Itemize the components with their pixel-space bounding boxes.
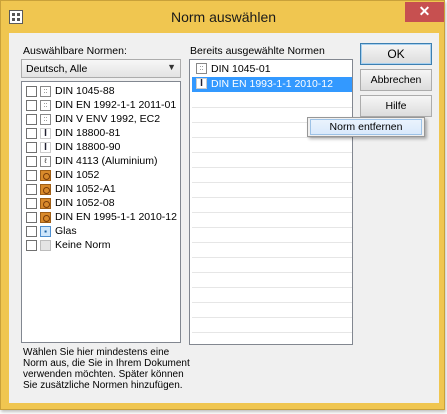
row-divider (192, 317, 352, 318)
selected-norm-item[interactable]: I DIN EN 1993-1-1 2010-12 (192, 77, 352, 92)
norm-checkbox[interactable] (26, 156, 37, 167)
norm-checkbox[interactable] (26, 142, 37, 153)
norm-checkbox[interactable] (26, 114, 37, 125)
available-norm-item[interactable]: DIN 1052 (24, 169, 174, 183)
norm-label: DIN 4113 (Aluminium) (55, 155, 158, 167)
ok-button[interactable]: OK (360, 43, 432, 65)
norm-label: DIN EN 1993-1-1 2010-12 (211, 78, 333, 90)
norm-checkbox[interactable] (26, 100, 37, 111)
steel-norm-icon: I (196, 78, 207, 89)
context-menu: Norm entfernen (307, 117, 425, 137)
selected-norms-list[interactable]: :: DIN 1045-01 I DIN EN 1993-1-1 2010-12 (189, 59, 353, 345)
available-norm-item[interactable]: I DIN 18800-81 (24, 127, 174, 141)
chevron-down-icon: ▼ (167, 62, 176, 72)
dialog-body: Auswählbare Normen: Deutsch, Alle ▼ :: D… (9, 33, 439, 403)
row-divider (192, 332, 352, 333)
selected-norm-item[interactable]: :: DIN 1045-01 (192, 62, 352, 77)
available-norm-item[interactable]: :: DIN V ENV 1992, EC2 (24, 113, 174, 127)
row-divider (192, 272, 352, 273)
help-button[interactable]: Hilfe (360, 95, 432, 117)
concrete-norm-icon: :: (196, 63, 207, 74)
norm-checkbox[interactable] (26, 198, 37, 209)
available-norm-item[interactable]: ℓ DIN 4113 (Aluminium) (24, 155, 174, 169)
close-button[interactable]: ✕ (405, 2, 444, 22)
window-title: Norm auswählen (170, 9, 277, 25)
row-divider (192, 137, 352, 138)
row-divider (192, 287, 352, 288)
concrete-norm-icon: :: (40, 86, 51, 97)
row-divider (192, 152, 352, 153)
available-norms-list[interactable]: :: DIN 1045-88 :: DIN EN 1992-1-1 2011-0… (21, 81, 181, 343)
timber-norm-icon (40, 184, 51, 195)
concrete-norm-icon: :: (40, 100, 51, 111)
available-norm-item[interactable]: DIN EN 1995-1-1 2010-12 (24, 211, 177, 225)
norm-dialog: Norm auswählen ✕ Auswählbare Normen: Deu… (0, 0, 445, 410)
norm-checkbox[interactable] (26, 226, 37, 237)
norm-checkbox[interactable] (26, 86, 37, 97)
row-divider (192, 227, 352, 228)
row-divider (192, 197, 352, 198)
norm-checkbox[interactable] (26, 170, 37, 181)
title-bar[interactable]: Norm auswählen ✕ (1, 1, 446, 33)
available-norm-item[interactable]: :: DIN EN 1992-1-1 2011-01 (24, 99, 177, 113)
close-icon: ✕ (418, 3, 431, 19)
norm-label: DIN EN 1992-1-1 2011-01 (55, 99, 177, 111)
norm-label: DIN 1045-01 (211, 63, 271, 75)
steel-norm-icon: I (40, 142, 51, 153)
norm-label: Keine Norm (55, 239, 111, 251)
remove-norm-menu-item[interactable]: Norm entfernen (310, 119, 422, 135)
timber-norm-icon (40, 170, 51, 181)
selected-norms-label: Bereits ausgewählte Normen (190, 45, 325, 57)
cancel-button[interactable]: Abbrechen (360, 69, 432, 91)
norm-label: DIN 1045-88 (55, 85, 115, 97)
row-divider (192, 167, 352, 168)
row-divider (192, 182, 352, 183)
row-divider (192, 212, 352, 213)
available-norm-item[interactable]: DIN 1052-08 (24, 197, 174, 211)
steel-norm-icon: I (40, 128, 51, 139)
norm-checkbox[interactable] (26, 128, 37, 139)
norm-label: DIN 18800-81 (55, 127, 121, 139)
available-norm-item[interactable]: :: DIN 1045-88 (24, 85, 174, 99)
norm-checkbox[interactable] (26, 240, 37, 251)
row-divider (192, 242, 352, 243)
row-divider (192, 302, 352, 303)
norm-filter-select[interactable]: Deutsch, Alle ▼ (21, 59, 181, 78)
available-norm-item[interactable]: DIN 1052-A1 (24, 183, 174, 197)
available-norm-item[interactable]: Keine Norm (24, 239, 174, 253)
glass-norm-icon: ▪ (40, 226, 51, 237)
concrete-norm-icon: :: (40, 114, 51, 125)
norm-label: DIN 1052 (55, 169, 100, 181)
timber-norm-icon (40, 212, 51, 223)
available-norm-item[interactable]: ▪ Glas (24, 225, 174, 239)
norm-filter-value: Deutsch, Alle (26, 63, 88, 75)
norm-label: Glas (55, 225, 77, 237)
norm-label: DIN V ENV 1992, EC2 (55, 113, 161, 125)
norm-label: DIN EN 1995-1-1 2010-12 (55, 211, 177, 223)
row-divider (192, 257, 352, 258)
norm-label: DIN 1052-08 (55, 197, 115, 209)
available-norms-label: Auswählbare Normen: (23, 45, 127, 57)
norm-label: DIN 18800-90 (55, 141, 121, 153)
norm-checkbox[interactable] (26, 184, 37, 195)
help-text: Wählen Sie hier mindestens eine Norm aus… (23, 347, 190, 391)
aluminium-norm-icon: ℓ (40, 156, 51, 167)
available-norm-item[interactable]: I DIN 18800-90 (24, 141, 174, 155)
row-divider (192, 107, 352, 108)
norm-checkbox[interactable] (26, 212, 37, 223)
timber-norm-icon (40, 198, 51, 209)
no-norm-icon (40, 240, 51, 251)
norm-label: DIN 1052-A1 (55, 183, 116, 195)
